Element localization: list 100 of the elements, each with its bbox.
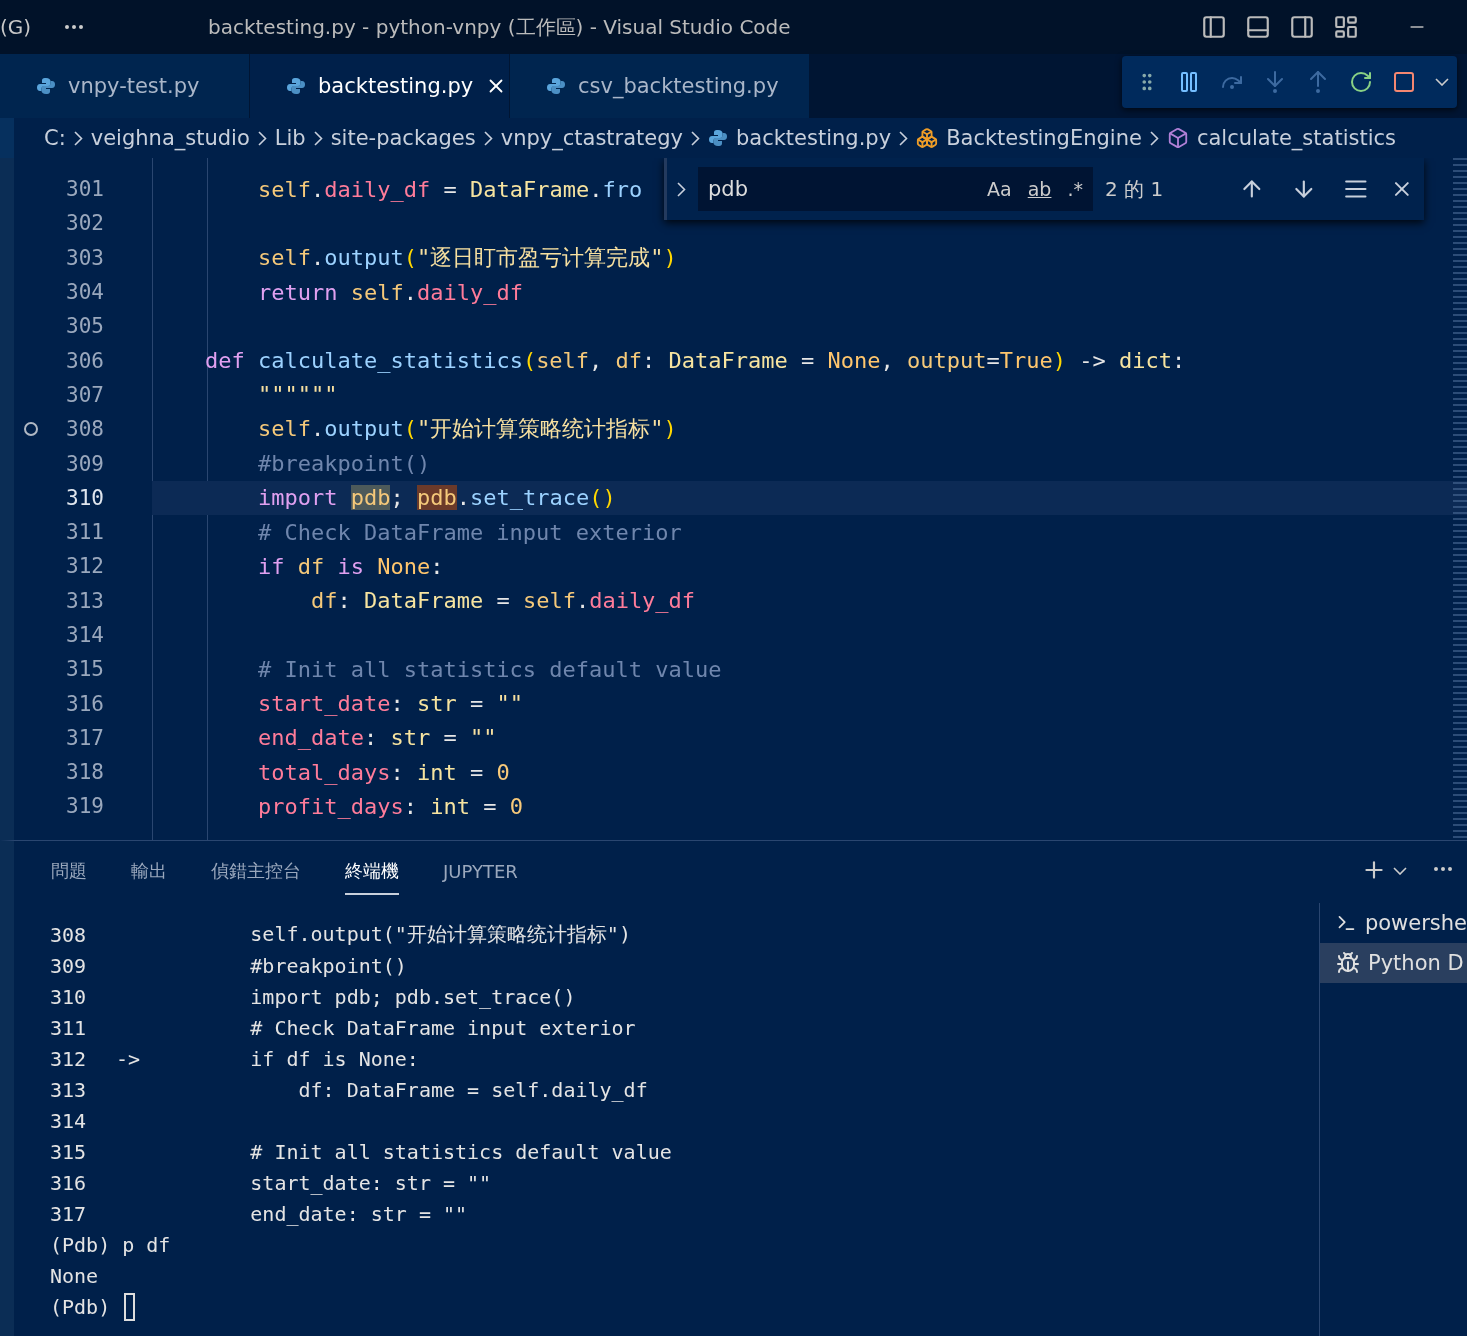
breadcrumb-item[interactable]: C: (44, 126, 66, 150)
line-number: 311 (65, 519, 105, 547)
code-line: return self.daily_df (256, 279, 523, 305)
breadcrumb-item[interactable]: site-packages (330, 126, 476, 150)
line-number: 313 (65, 587, 105, 615)
line-number: 317 (65, 724, 105, 752)
terminal-line-number: 315 (50, 1139, 88, 1164)
terminal-code: # Init all statistics default value (249, 1139, 672, 1164)
python-file-icon (286, 76, 306, 96)
secondary-sidebar-icon[interactable] (1289, 14, 1315, 40)
terminal-line-number: 311 (50, 1015, 88, 1040)
terminal-cursor (124, 1292, 136, 1321)
breadcrumb-item[interactable]: BacktestingEngine (916, 126, 1142, 150)
stop-button[interactable] (1392, 70, 1416, 94)
panel-tab[interactable]: 輸出 (131, 849, 167, 895)
panel-toggle-icon[interactable] (1245, 14, 1271, 40)
code-line: profit_days: int = 0 (256, 794, 523, 819)
breadcrumb-item[interactable]: backtesting.py (707, 126, 892, 150)
terminal-list-item[interactable]: powershe (1320, 903, 1467, 943)
code-line: import pdb; pdb.set_trace() (256, 485, 616, 511)
line-number: 309 (65, 450, 105, 478)
find-input[interactable]: pdb Aa ab .* (698, 167, 1093, 211)
editor-tab[interactable]: csv_backtesting.py (510, 54, 810, 118)
terminal-list-item[interactable]: Python D (1320, 943, 1467, 983)
panel-tab[interactable]: JUPYTER (443, 850, 518, 894)
line-number: 303 (65, 244, 105, 272)
terminal-line-number: 308 (50, 922, 88, 947)
window-title: backtesting.py - python-vnpy (工作區) - Visual Studio Code (208, 13, 792, 41)
code-line: end_date: str = "" (256, 725, 497, 751)
line-number: 307 (65, 381, 105, 409)
breadcrumb-item[interactable]: calculate_statistics (1166, 126, 1396, 150)
line-number: 301 (65, 176, 105, 204)
code-line: start_date: str = "" (256, 691, 523, 717)
code-line: # Init all statistics default value (256, 656, 722, 682)
terminal-code: df: DataFrame = self.daily_df (297, 1077, 648, 1102)
match-count: 2 的 1 (1105, 175, 1165, 203)
chevron-icon (313, 130, 323, 146)
sidebar-toggle-icon[interactable] (1201, 14, 1227, 40)
terminal-code: if df is None: (249, 1046, 419, 1071)
breadcrumb-item[interactable]: veighna_studio (90, 126, 250, 150)
terminal-line-number: 313 (50, 1077, 88, 1102)
line-number: 305 (65, 313, 105, 341)
terminal-code: #breakpoint() (249, 953, 407, 978)
editor-tab[interactable]: backtesting.py (250, 54, 510, 118)
terminal-code: start_date: str = "" (249, 1170, 492, 1195)
chevron-icon (257, 130, 267, 146)
find-toggle[interactable]: .* (1067, 178, 1083, 200)
panel-tab[interactable]: 偵錯主控台 (211, 849, 301, 895)
terminal-line-number: 314 (50, 1108, 88, 1133)
line-number: 308 (14, 412, 152, 447)
line-number: 314 (65, 622, 105, 649)
tab-label: backtesting.py (318, 74, 474, 98)
line-number: 316 (65, 690, 105, 718)
method-icon (1166, 127, 1189, 149)
expand-icon[interactable] (677, 181, 686, 197)
line-number: 302 (65, 210, 105, 238)
line-number: 310 (65, 484, 105, 512)
chevron-icon (899, 130, 909, 146)
code-line: # Check DataFrame input exterior (256, 519, 682, 545)
chevron-icon[interactable] (1393, 867, 1407, 875)
terminal-output: (Pdb) p df (50, 1232, 171, 1257)
python-file-icon (36, 76, 56, 96)
bug-icon (1336, 951, 1360, 975)
current-line-marker: -> (116, 1046, 141, 1071)
find-toggle[interactable]: ab (1027, 178, 1052, 200)
code-line: """""" (256, 382, 338, 408)
code-line: if df is None: (256, 553, 444, 579)
python-file-icon (707, 128, 728, 148)
breadcrumb-item[interactable]: Lib (274, 126, 306, 150)
breadcrumb-item[interactable]: vnpy_ctastrategy (500, 126, 683, 150)
layout-icon[interactable] (1333, 14, 1359, 40)
chevron-icon (73, 130, 83, 146)
panel-tab[interactable]: 終端機 (345, 849, 399, 895)
terminal-line-number: 316 (50, 1170, 88, 1195)
chevron-icon (1435, 78, 1449, 86)
code-line: def calculate_statistics(self, df: DataFrame = None, output=True) -> dict: (203, 348, 1186, 374)
restart-button[interactable] (1349, 70, 1373, 94)
class-icon (916, 127, 939, 149)
terminal-code: end_date: str = "" (249, 1201, 468, 1226)
terminal-line-number: 310 (50, 984, 88, 1009)
terminal-name: Python D (1368, 951, 1464, 975)
code-line: self.output("逐日盯市盈亏计算完成") (256, 243, 677, 272)
panel-tab[interactable]: 問題 (51, 849, 87, 895)
code-line: self.daily_df = DataFrame.fro (256, 176, 643, 202)
terminal-code: self.output("开始计算策略统计指标") (249, 921, 631, 948)
line-number: 318 (65, 759, 105, 787)
terminal-output: None (50, 1263, 99, 1288)
breakpoint-icon[interactable] (24, 422, 38, 437)
dropdown-button[interactable] (1435, 78, 1449, 86)
find-toggle[interactable]: Aa (987, 178, 1012, 200)
terminal-name: powershe (1364, 911, 1467, 935)
line-number: 304 (65, 279, 105, 307)
code-line: self.output("开始计算策略统计指标") (256, 415, 677, 444)
line-number: 319 (65, 793, 105, 821)
line-number: 306 (65, 347, 105, 375)
terminal-line-number: 312 (50, 1046, 88, 1071)
menu-fragment[interactable]: (G) (0, 15, 48, 39)
chevron-icon (1149, 130, 1159, 146)
editor-tab[interactable]: vnpy-test.py (0, 54, 250, 118)
terminal-code: import pdb; pdb.set_trace() (249, 984, 576, 1009)
